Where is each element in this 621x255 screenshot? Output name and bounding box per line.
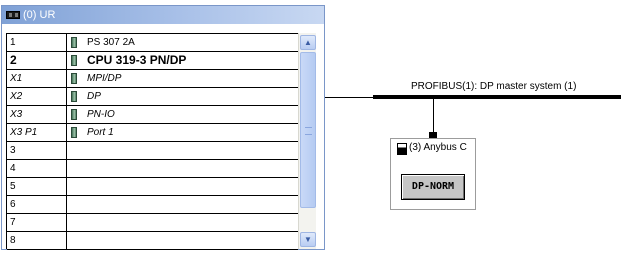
rack-slot-row[interactable]: X3 PN-IO [7,105,298,124]
rack-title-bar[interactable]: (0) UR [2,6,324,24]
slot-number: 7 [10,217,16,228]
slot-number: X1 [10,73,23,84]
module-icon [71,37,77,48]
module-icon [71,73,77,84]
column-divider [66,159,67,178]
slot-number: 4 [10,163,16,174]
scroll-down-icon[interactable]: ▼ [300,232,316,247]
column-divider [66,213,67,232]
rack-slot-row[interactable]: 4 [7,159,298,178]
module-name: MPI/DP [87,73,122,84]
column-divider [66,231,67,250]
slot-number: 2 [10,53,17,67]
slot-number: 8 [10,235,16,246]
slot-number: 6 [10,199,16,210]
module-name: CPU 319-3 PN/DP [87,53,187,67]
slot-number: X3 [10,109,23,120]
rack-to-bus-connector [325,97,373,98]
station-label: (3) Anybus C [409,142,467,153]
rack-slot-row[interactable]: 1 PS 307 2A [7,33,298,52]
scrollbar-thumb[interactable] [300,52,316,208]
module-icon [71,91,77,102]
column-divider [66,51,67,70]
column-divider [66,141,67,160]
column-divider [66,177,67,196]
column-divider [66,33,67,52]
slot-number: X2 [10,91,23,102]
slave-station-icon [397,143,407,155]
slot-number: 3 [10,145,16,156]
rack-slot-row[interactable]: 5 [7,177,298,196]
rack-slot-row[interactable]: X2 DP [7,87,298,106]
slot-number: 5 [10,181,16,192]
slot-number: 1 [10,37,16,48]
column-divider [66,123,67,142]
column-divider [66,195,67,214]
rack-slot-row[interactable]: X1 MPI/DP [7,69,298,88]
column-divider [66,69,67,88]
module-name: PS 307 2A [87,37,135,48]
module-name: PN-IO [87,109,115,120]
rack-slot-row[interactable]: 2 CPU 319-3 PN/DP [7,51,298,70]
slot-number: X3 P1 [10,127,38,138]
rack-title: (0) UR [23,9,56,21]
module-icon [71,109,77,120]
module-name: DP [87,91,101,102]
vertical-scrollbar[interactable]: ▲ ▼ [298,33,316,249]
rack-slot-row[interactable]: 8 [7,231,298,250]
column-divider [66,87,67,106]
module-icon [71,55,77,66]
rack-icon [6,11,20,19]
station-drop-line [433,99,434,136]
profibus-line[interactable] [373,95,621,99]
scroll-up-icon[interactable]: ▲ [300,35,316,50]
slot-table: 1 PS 307 2A 2 CPU 319-3 PN/DP X1 MPI/DP X2 DP X3… [6,33,298,250]
rack-slot-row[interactable]: 7 [7,213,298,232]
module-name: Port 1 [87,127,114,138]
rack-slot-row[interactable]: X3 P1 Port 1 [7,123,298,142]
rack-window[interactable]: (0) UR 1 PS 307 2A 2 CPU 319-3 PN/DP X1 MPI/D… [1,5,325,250]
scrollbar-grip-icon [305,127,312,135]
module-icon [71,127,77,138]
rack-slot-row[interactable]: 3 [7,141,298,160]
column-divider [66,105,67,124]
rack-slot-row[interactable]: 6 [7,195,298,214]
dp-norm-module-button[interactable]: DP-NORM [401,174,465,200]
profibus-label: PROFIBUS(1): DP master system (1) [411,81,577,92]
